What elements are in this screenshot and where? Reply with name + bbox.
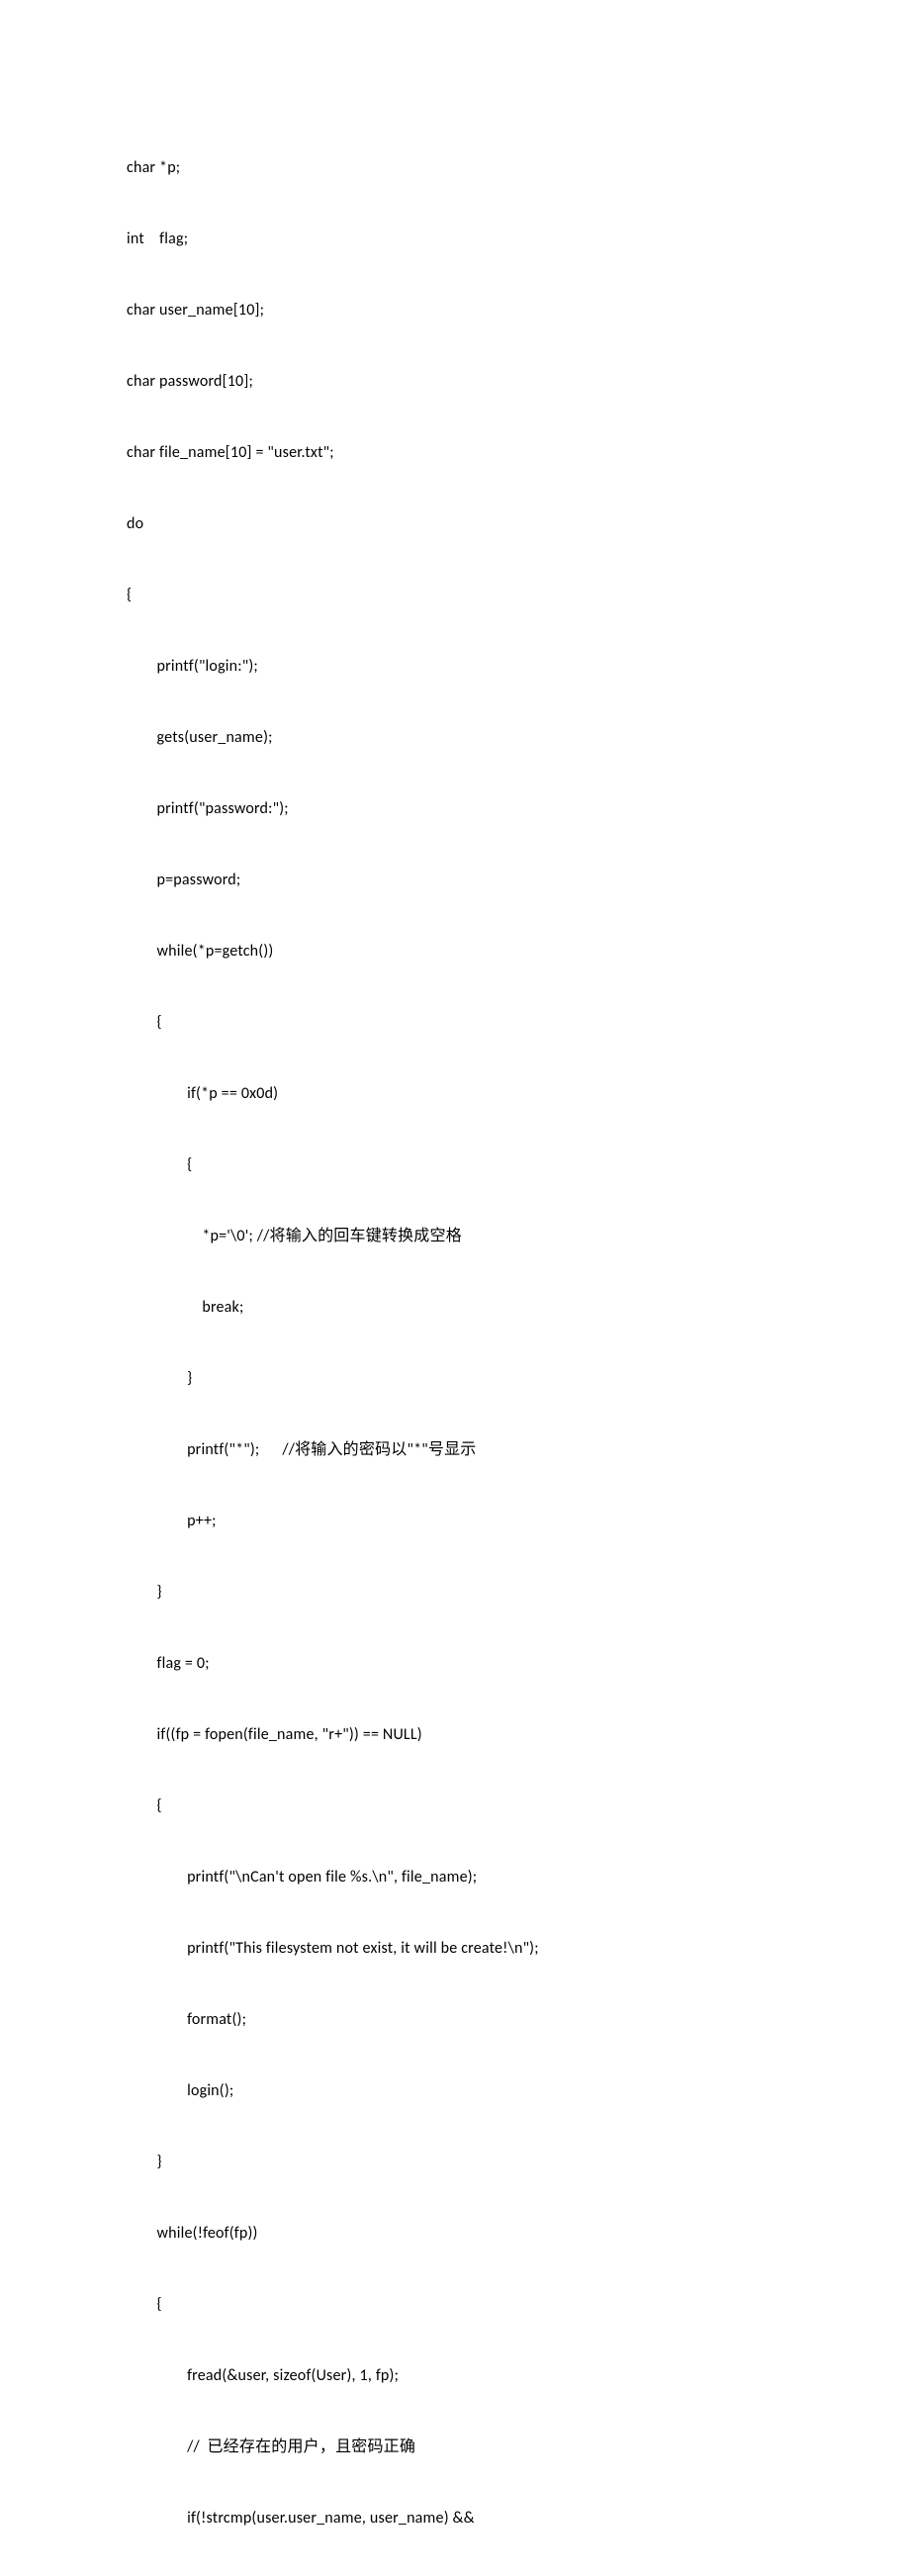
code-block: char *p; int flag; char user_name[10]; c…: [127, 109, 783, 2576]
code-line: {: [127, 1011, 783, 1035]
code-line: flag = 0;: [127, 1652, 783, 1676]
code-line: while(!feof(fp)): [127, 2222, 783, 2246]
code-line: login();: [127, 2079, 783, 2103]
code-line: {: [127, 584, 783, 607]
code-line: }: [127, 1581, 783, 1605]
code-line: char file_name[10] = "user.txt";: [127, 441, 783, 465]
code-line: int flag;: [127, 228, 783, 251]
code-line: char *p;: [127, 156, 783, 180]
code-line: {: [127, 1153, 783, 1177]
code-line: *p='\0'; //将输入的回车键转换成空格: [127, 1225, 783, 1248]
code-line: if(!strcmp(user.user_name, user_name) &&: [127, 2507, 783, 2530]
code-line: p++;: [127, 1510, 783, 1533]
code-line: p=password;: [127, 869, 783, 892]
code-line: {: [127, 1794, 783, 1818]
code-line: do: [127, 512, 783, 536]
code-line: printf("*"); //将输入的密码以"*"号显示: [127, 1438, 783, 1462]
code-line: while(*p=getch()): [127, 940, 783, 964]
document-page: char *p; int flag; char user_name[10]; c…: [0, 0, 910, 1288]
code-line: if(*p == 0x0d): [127, 1082, 783, 1106]
code-line: printf("login:");: [127, 655, 783, 679]
code-line: char password[10];: [127, 370, 783, 394]
code-line: printf("password:");: [127, 797, 783, 821]
code-line: if((fp = fopen(file_name, "r+")) == NULL…: [127, 1723, 783, 1747]
code-line: printf("This filesystem not exist, it wi…: [127, 1937, 783, 1961]
code-line: }: [127, 1367, 783, 1391]
code-line: gets(user_name);: [127, 726, 783, 750]
code-line: char user_name[10];: [127, 299, 783, 322]
code-line: format();: [127, 2008, 783, 2032]
code-line: printf("\nCan't open file %s.\n", file_n…: [127, 1866, 783, 1889]
code-line: break;: [127, 1296, 783, 1320]
code-line: // 已经存在的用户，且密码正确: [127, 2436, 783, 2459]
code-line: {: [127, 2293, 783, 2317]
code-line: fread(&user, sizeof(User), 1, fp);: [127, 2364, 783, 2388]
code-line: }: [127, 2151, 783, 2174]
